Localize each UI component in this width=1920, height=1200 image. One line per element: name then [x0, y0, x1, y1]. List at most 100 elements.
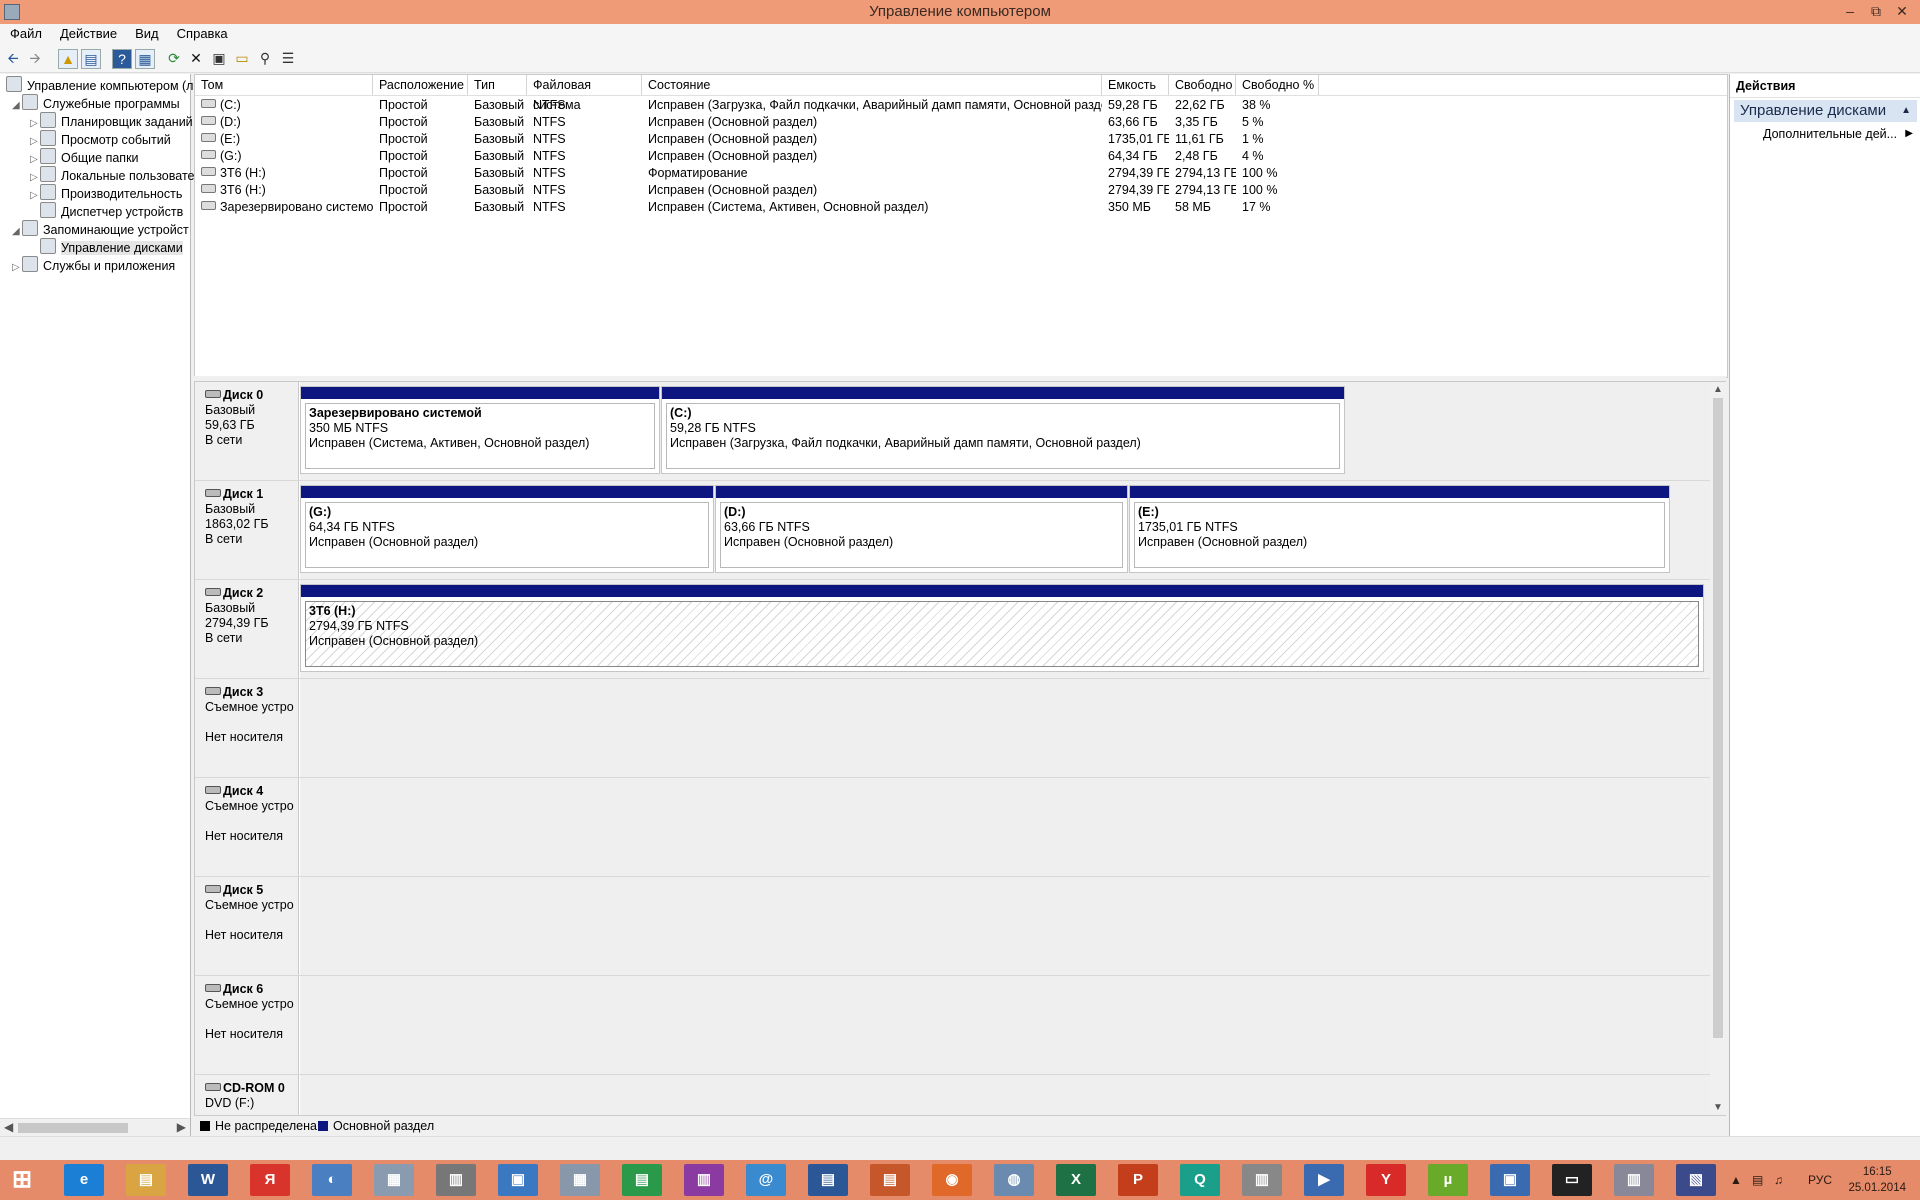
delete-icon[interactable]: ✕ [187, 49, 205, 67]
disk-label[interactable]: Диск 5 Съемное устро Нет носителя [195, 877, 299, 975]
writer-icon[interactable]: ▤ [808, 1164, 848, 1196]
partition[interactable]: Зарезервировано системой 350 МБ NTFS Испра… [300, 386, 660, 474]
excel-icon[interactable]: X [1056, 1164, 1096, 1196]
col-free-percent[interactable]: Свободно % [1236, 75, 1319, 95]
disk-label[interactable]: CD-ROM 0 DVD (F:) [195, 1075, 299, 1115]
col-status[interactable]: Состояние [642, 75, 1102, 95]
disk-label[interactable]: Диск 4 Съемное устро Нет носителя [195, 778, 299, 876]
media-icon[interactable]: ◐ [312, 1164, 352, 1196]
spreadsheet-icon[interactable]: ▤ [622, 1164, 662, 1196]
player-icon[interactable]: ▶ [1304, 1164, 1344, 1196]
yandex-icon[interactable]: Я [250, 1164, 290, 1196]
network-icon[interactable]: ▤ [1752, 1160, 1763, 1200]
close-button[interactable]: ✕ [1892, 2, 1912, 20]
tree-device-manager[interactable]: Диспетчер устройств [40, 202, 183, 220]
language-indicator[interactable]: РУС [1808, 1160, 1832, 1200]
scroll-thumb[interactable] [1713, 398, 1723, 1038]
volume-row[interactable]: Зарезервировано системой Простой Базовый NT… [195, 199, 1727, 216]
archive-icon[interactable]: ▥ [436, 1164, 476, 1196]
tree-scheduler[interactable]: ▷ Планировщик заданий [30, 112, 193, 130]
show-tree-icon[interactable]: ▤ [81, 49, 101, 69]
volume-row[interactable]: 3Т6 (H:) Простой Базовый NTFS Форматирование… [195, 165, 1727, 182]
tree-shared-folders[interactable]: ▷ Общие папки [30, 148, 139, 166]
collapse-icon[interactable]: ◢ [12, 97, 22, 115]
computer-management-icon[interactable]: ▣ [1490, 1164, 1530, 1196]
volume-row[interactable]: (E:) Простой Базовый NTFS Исправен (Основной… [195, 131, 1727, 148]
tree-storage[interactable]: ◢ Запоминающие устройст [12, 220, 189, 238]
tree-disk-management[interactable]: Управление дисками [40, 238, 183, 256]
col-layout[interactable]: Расположение [373, 75, 468, 95]
paint-icon[interactable]: ◍ [994, 1164, 1034, 1196]
file-explorer-icon[interactable]: ▤ [126, 1164, 166, 1196]
firefox-icon[interactable]: ◉ [932, 1164, 972, 1196]
clock[interactable]: 16:15 25.01.2014 [1848, 1164, 1906, 1196]
maximize-button[interactable]: ⧉ [1866, 2, 1886, 20]
scroll-right-icon[interactable]: ▶ [177, 1120, 186, 1134]
menu-file[interactable]: Файл [0, 24, 50, 41]
folder-up-icon[interactable]: ▲ [58, 49, 78, 69]
tree-root[interactable]: Управление компьютером (л [6, 76, 193, 94]
printer-icon[interactable]: ▥ [1242, 1164, 1282, 1196]
disk-label[interactable]: Диск 2 Базовый 2794,39 ГБ В сети [195, 580, 299, 678]
volume-icon[interactable]: ♫ [1774, 1160, 1783, 1200]
console-icon[interactable]: ▦ [135, 49, 155, 69]
remote-icon[interactable]: ▧ [1676, 1164, 1716, 1196]
partition-selected[interactable]: 3Т6 (H:) 2794,39 ГБ NTFS Исправен (Основно… [300, 584, 1704, 672]
tree-local-users[interactable]: ▷ Локальные пользовате [30, 166, 194, 184]
menu-action[interactable]: Действие [50, 24, 125, 41]
col-capacity[interactable]: Емкость [1102, 75, 1169, 95]
expand-icon[interactable]: ▷ [30, 187, 40, 205]
yandex-browser-icon[interactable]: Y [1366, 1164, 1406, 1196]
search-icon[interactable]: ⚲ [256, 49, 274, 67]
scroll-up-icon[interactable]: ▲ [1713, 384, 1723, 395]
forward-arrow-icon[interactable]: 🡪 [26, 49, 44, 67]
internet-explorer-icon[interactable]: e [64, 1164, 104, 1196]
col-free[interactable]: Свободно [1169, 75, 1236, 95]
volume-row[interactable]: (G:) Простой Базовый NTFS Исправен (Основной… [195, 148, 1727, 165]
show-hidden-icons-icon[interactable]: ▲ [1730, 1160, 1742, 1200]
tree-system-tools[interactable]: ◢ Служебные программы [12, 94, 180, 112]
expand-icon[interactable]: ▷ [12, 259, 22, 277]
q-app-icon[interactable]: Q [1180, 1164, 1220, 1196]
mail-icon[interactable]: @ [746, 1164, 786, 1196]
disk-label[interactable]: Диск 6 Съемное устро Нет носителя [195, 976, 299, 1074]
more-actions-item[interactable]: Дополнительные дей... ▶ [1763, 125, 1913, 143]
cmd-icon[interactable]: ▭ [1552, 1164, 1592, 1196]
minimize-button[interactable]: – [1840, 2, 1860, 20]
disk-label[interactable]: Диск 1 Базовый 1863,02 ГБ В сети [195, 481, 299, 579]
volume-row[interactable]: (D:) Простой Базовый NTFS Исправен (Основной… [195, 114, 1727, 131]
scroll-down-icon[interactable]: ▼ [1713, 1102, 1723, 1113]
windows-start-icon[interactable]: ⊞ [2, 1164, 42, 1196]
partition[interactable]: (E:) 1735,01 ГБ NTFS Исправен (Основной ра… [1129, 485, 1670, 573]
col-type[interactable]: Тип [468, 75, 527, 95]
volume-row[interactable]: (C:) Простой Базовый NTFS Исправен (Загрузка… [195, 97, 1727, 114]
control-panel-icon[interactable]: ▣ [498, 1164, 538, 1196]
partition[interactable]: (C:) 59,28 ГБ NTFS Исправен (Загрузка, Фай… [661, 386, 1345, 474]
help-icon[interactable]: ? [112, 49, 132, 69]
scroll-thumb[interactable] [18, 1123, 128, 1133]
disk-label[interactable]: Диск 0 Базовый 59,63 ГБ В сети [195, 382, 299, 480]
list-icon[interactable]: ☰ [279, 49, 297, 67]
partition[interactable]: (G:) 64,34 ГБ NTFS Исправен (Основной разд… [300, 485, 714, 573]
back-arrow-icon[interactable]: 🡨 [4, 49, 22, 67]
menu-help[interactable]: Справка [167, 24, 236, 41]
calculator-icon[interactable]: ▦ [560, 1164, 600, 1196]
powerpoint-icon[interactable]: P [1118, 1164, 1158, 1196]
presentation-icon[interactable]: ▤ [870, 1164, 910, 1196]
partition[interactable]: (D:) 63,66 ГБ NTFS Исправен (Основной разд… [715, 485, 1128, 573]
collapse-up-icon[interactable]: ▲ [1901, 100, 1911, 122]
tree-performance[interactable]: ▷ Производительность [30, 184, 182, 202]
tree-horizontal-scrollbar[interactable]: ◀ ▶ [0, 1118, 190, 1137]
disk-label[interactable]: Диск 3 Съемное устро Нет носителя [195, 679, 299, 777]
scroll-left-icon[interactable]: ◀ [4, 1120, 13, 1134]
tool-icon[interactable]: ▥ [1614, 1164, 1654, 1196]
tree-services[interactable]: ▷ Службы и приложения [12, 256, 175, 274]
properties-icon[interactable]: ▣ [210, 49, 228, 67]
database-icon[interactable]: ▥ [684, 1164, 724, 1196]
menu-view[interactable]: Вид [125, 24, 167, 41]
tree-event-viewer[interactable]: ▷ Просмотр событий [30, 130, 171, 148]
col-volume[interactable]: Том [195, 75, 373, 95]
disk-map-scrollbar[interactable]: ▲ ▼ [1710, 382, 1726, 1115]
volume-row[interactable]: 3Т6 (H:) Простой Базовый NTFS Исправен (Осно… [195, 182, 1727, 199]
actions-section-disk-management[interactable]: Управление дисками ▲ [1734, 100, 1917, 122]
